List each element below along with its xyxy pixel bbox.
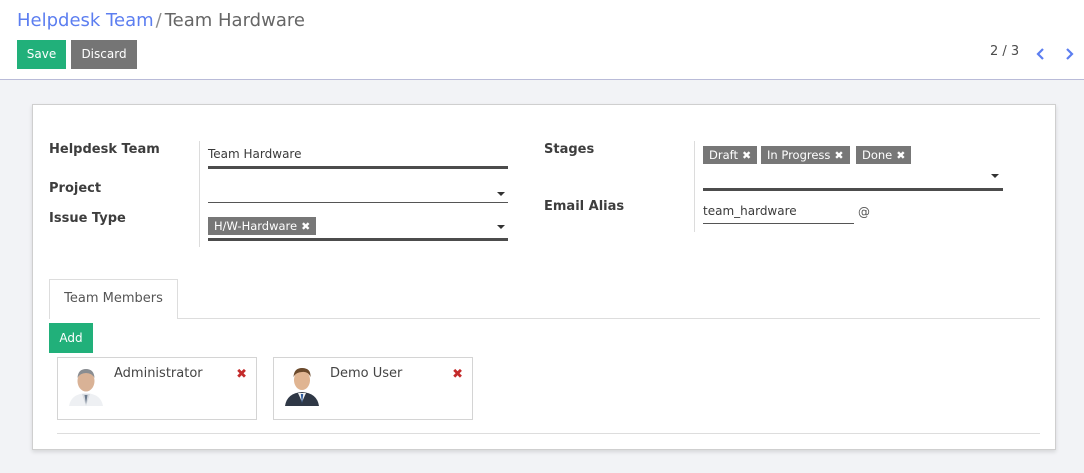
stage-tag-draft: Draft ✖ <box>703 146 758 164</box>
stage-tag-done: Done ✖ <box>856 146 912 164</box>
helpdesk-team-label: Helpdesk Team <box>49 142 160 157</box>
caret-down-icon[interactable] <box>497 225 505 229</box>
input-underline <box>208 166 508 169</box>
avatar <box>65 364 107 406</box>
close-icon[interactable]: ✖ <box>452 367 463 382</box>
tab-team-members[interactable]: Team Members <box>49 279 178 319</box>
form-sheet: Helpdesk Team Project Issue Type Team Ha… <box>32 104 1056 450</box>
helpdesk-team-input[interactable]: Team Hardware <box>208 139 508 169</box>
email-alias-input[interactable]: team_hardware <box>703 201 855 225</box>
issue-type-label: Issue Type <box>49 211 126 226</box>
tag-label: H/W-Hardware <box>214 219 298 233</box>
close-icon[interactable]: ✖ <box>301 220 310 233</box>
member-name: Demo User <box>330 366 403 381</box>
save-button[interactable]: Save <box>17 40 66 69</box>
input-underline <box>208 238 508 241</box>
close-icon[interactable]: ✖ <box>742 149 751 162</box>
issue-type-select[interactable]: H/W-Hardware ✖ <box>208 215 508 243</box>
label-divider-right <box>694 141 695 232</box>
email-alias-value: team_hardware <box>703 204 797 218</box>
caret-down-icon[interactable] <box>497 192 505 196</box>
stages-label: Stages <box>544 142 595 157</box>
control-panel: Helpdesk Team / Team Hardware Save Discard… <box>0 0 1084 80</box>
stages-select[interactable]: Draft ✖ In Progress ✖ Done ✖ <box>703 146 1003 192</box>
discard-button[interactable]: Discard <box>71 40 137 69</box>
member-name: Administrator <box>114 366 203 381</box>
member-card[interactable]: Demo User ✖ <box>273 357 473 420</box>
member-card[interactable]: Administrator ✖ <box>57 357 257 420</box>
avatar <box>281 364 323 406</box>
tab-bar-line <box>49 318 1040 319</box>
breadcrumb: Helpdesk Team / Team Hardware <box>17 10 305 31</box>
add-member-button[interactable]: Add <box>49 323 93 353</box>
close-icon[interactable]: ✖ <box>236 367 247 382</box>
tag-label: Done <box>862 148 893 162</box>
project-label: Project <box>49 181 102 196</box>
email-alias-domain: @ <box>858 205 870 219</box>
label-divider-left <box>199 141 200 247</box>
close-icon[interactable]: ✖ <box>834 149 843 162</box>
stage-tag-in-progress: In Progress ✖ <box>761 146 850 164</box>
chevron-left-icon <box>1036 48 1044 60</box>
pager-value: 2 / 3 <box>990 44 1020 59</box>
email-alias-label: Email Alias <box>544 199 625 214</box>
tag-label: Draft <box>709 148 738 162</box>
section-divider <box>57 433 1040 434</box>
chevron-right-icon <box>1066 48 1074 60</box>
breadcrumb-parent-link[interactable]: Helpdesk Team <box>17 10 154 31</box>
issue-type-tag: H/W-Hardware ✖ <box>208 217 317 235</box>
close-icon[interactable]: ✖ <box>896 149 905 162</box>
input-underline <box>208 202 508 203</box>
caret-down-icon[interactable] <box>991 174 999 178</box>
tab-active-cover <box>50 318 177 319</box>
input-underline <box>703 188 1003 191</box>
pager-next-button[interactable] <box>1062 45 1076 63</box>
breadcrumb-current: Team Hardware <box>164 10 305 31</box>
pager-previous-button[interactable] <box>1034 45 1048 63</box>
helpdesk-team-value: Team Hardware <box>208 147 302 161</box>
breadcrumb-separator: / <box>155 10 162 31</box>
project-select[interactable] <box>208 179 508 204</box>
input-underline <box>703 223 854 224</box>
tag-label: In Progress <box>767 148 831 162</box>
